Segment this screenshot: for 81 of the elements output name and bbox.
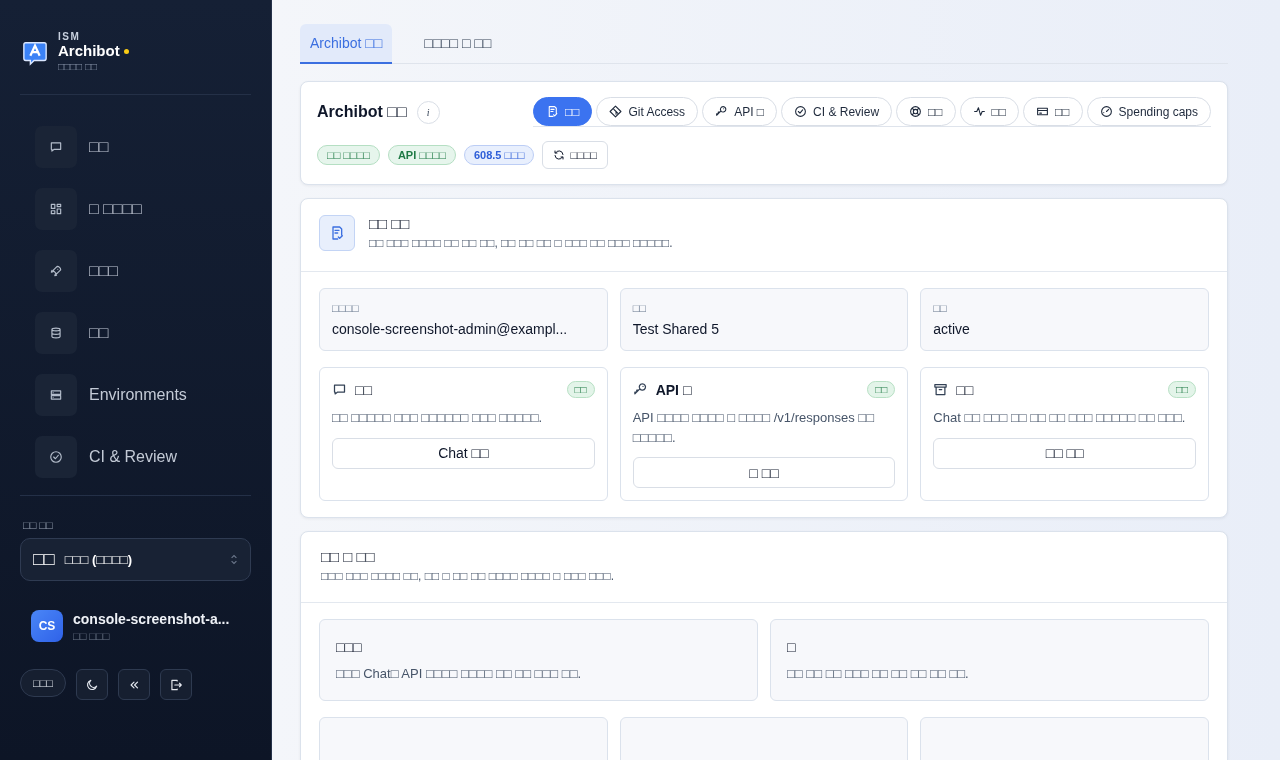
brand-subtitle: □□□□ □□: [58, 60, 99, 74]
nav-item[interactable]: □ □□□□: [35, 188, 236, 230]
feature-title: □□: [355, 381, 372, 398]
brand-name: Archibot: [58, 42, 120, 60]
refresh-button[interactable]: □□□□: [542, 141, 608, 169]
feature-title: API □: [655, 381, 692, 398]
logo-icon: [22, 40, 48, 66]
tab[interactable]: Archibot □□: [300, 24, 393, 64]
nav-item[interactable]: □□: [35, 126, 236, 168]
toolbar-tab[interactable]: □□: [532, 97, 593, 126]
feature-description: □□ □□□□□ □□□ □□□□□□ □□□ □□□□□.: [332, 409, 544, 427]
language-button[interactable]: □□□: [20, 669, 66, 697]
status-badge: □□: [867, 381, 896, 398]
status-dot: [123, 48, 129, 54]
card-icon: [1036, 105, 1050, 118]
toolbar-tab[interactable]: CI & Review: [781, 97, 893, 126]
chevron-up-down-icon: [230, 553, 238, 566]
chat-icon: [332, 382, 347, 397]
toolbar-tab[interactable]: □□: [1023, 97, 1083, 126]
user-avatar: CS: [31, 610, 63, 642]
toolbar-tab[interactable]: API □: [702, 97, 778, 126]
status-badge: □□ □□□□: [317, 145, 380, 165]
field-value: active: [933, 321, 971, 337]
brand-overline: ISM: [58, 31, 82, 42]
field-label: □□□□: [332, 302, 360, 314]
server-icon: [49, 388, 63, 402]
feature-button[interactable]: Chat □□: [332, 437, 595, 469]
field-value: Test Shared 5: [632, 321, 721, 337]
toolbar-tab[interactable]: Spending caps: [1086, 97, 1211, 126]
status-badge: 608.5 □□□: [463, 145, 535, 165]
toolbar-tab[interactable]: □□: [959, 97, 1020, 126]
workspace-select[interactable]: □□ □□□ (□□□□): [20, 538, 251, 581]
database-icon: [49, 326, 63, 340]
key-icon: [632, 382, 648, 397]
tile-description: □□ □□ □□ □□□ □□ □□ □□ □□ □□.: [787, 666, 970, 681]
logout-icon: [168, 677, 183, 692]
section-description: □□□ □□□ □□□□ □□, □□ □ □□ □□ □□□□ □□□□ □ □□□ □□□.: [321, 569, 615, 583]
logout-button[interactable]: [159, 669, 192, 700]
status-badge: API □□□□: [387, 145, 456, 165]
nav-item[interactable]: CI & Review: [35, 436, 236, 478]
feature-description: Chat □□ □□□ □□ □□ □□ □□□ □□□□□ □□ □□□.: [933, 409, 1187, 427]
collapse-button[interactable]: [117, 669, 150, 700]
document-check-icon: [329, 225, 345, 241]
status-badge: □□: [566, 381, 595, 398]
moon-icon: [84, 677, 99, 692]
refresh-icon: [553, 149, 566, 161]
toolbar-tab[interactable]: □□: [896, 97, 956, 126]
toolbar-tab[interactable]: Git Access: [596, 97, 699, 126]
git-icon: [609, 105, 623, 118]
field-label: □□: [933, 302, 948, 314]
lifebuoy-icon: [909, 105, 923, 118]
tile-title: □□□: [336, 639, 363, 655]
gauge-icon: [1099, 105, 1113, 118]
section-title: □□ □ □□: [321, 548, 376, 565]
rocket-icon: [49, 264, 63, 278]
pulse-icon: [972, 105, 986, 118]
status-badge: □□: [1167, 381, 1196, 398]
field-label: □□: [632, 302, 647, 314]
user-name: console-screenshot-a...: [73, 610, 230, 627]
workspace-label: □□ □□: [23, 519, 54, 531]
info-button[interactable]: i: [416, 100, 440, 124]
tab[interactable]: □□□□ □ □□: [414, 24, 502, 63]
feature-description: API □□□□ □□□□ □ □□□□ /v1/responses □□ □□□□□.: [632, 409, 875, 447]
section-title: □□ □□: [369, 215, 411, 232]
chat-icon: [49, 140, 63, 154]
tile-title: □: [787, 639, 797, 655]
archive-icon: [933, 382, 949, 397]
tile-description: □□□ Chat□ API □□□□ □□□□ □□ □□ □□□ □□.: [336, 666, 583, 681]
field-value: console-screenshot-admin@exampl...: [332, 321, 569, 337]
grid-icon: [49, 202, 63, 216]
nav-item[interactable]: □□: [35, 312, 236, 354]
section-description: □□ □□□ □□□□ □□ □□ □□, □□ □□ □□ □ □□□ □□ □□□ □□□□□.: [369, 236, 673, 250]
theme-button[interactable]: [75, 669, 108, 700]
feature-title: □□: [956, 381, 974, 398]
key-icon: [715, 105, 729, 118]
feature-button[interactable]: □ □□: [632, 457, 896, 488]
page-title: Archibot □□: [317, 103, 407, 121]
user-role: □□ □□□: [73, 629, 111, 642]
nav-item[interactable]: Environments: [35, 374, 236, 416]
nav-item[interactable]: □□□: [35, 250, 236, 292]
feature-button[interactable]: □□ □□: [933, 437, 1196, 469]
